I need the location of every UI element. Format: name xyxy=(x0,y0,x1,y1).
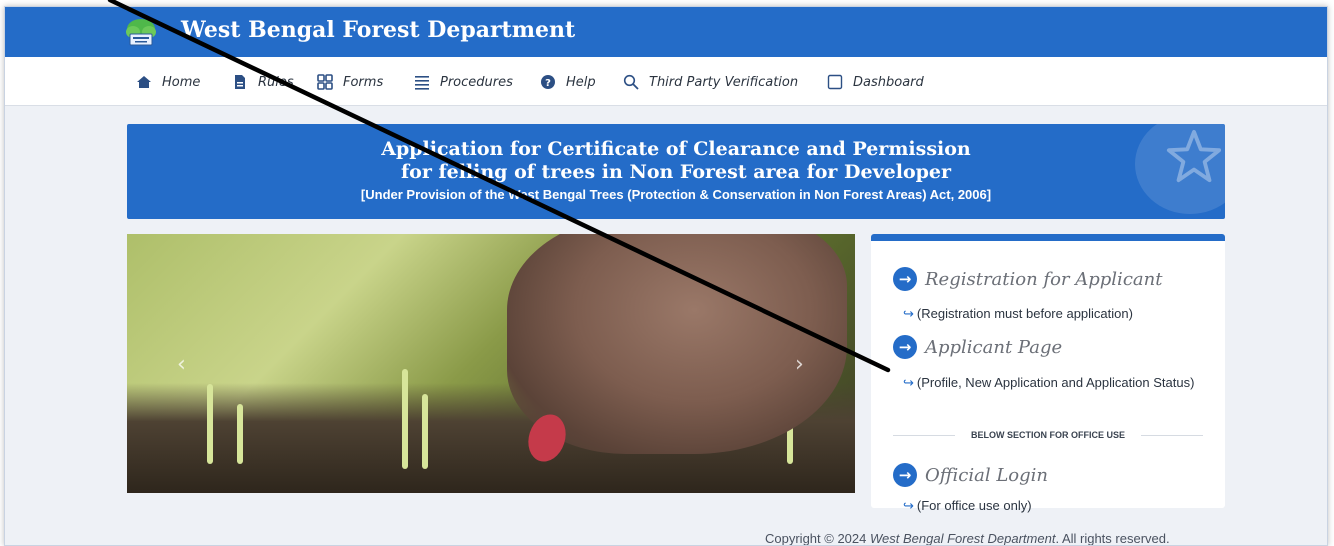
divider-line xyxy=(1141,434,1204,436)
copyright-org-link[interactable]: West Bengal Forest Department xyxy=(870,531,1055,545)
nav-third-party-verification-label: Third Party Verification xyxy=(649,74,799,90)
copyright-footer: Copyright © 2024 West Bengal Forest Depa… xyxy=(765,531,1170,546)
applicant-note: ↪ (Profile, New Application and Applicati… xyxy=(893,374,1213,391)
nav-third-party-verification[interactable]: Third Party Verification xyxy=(623,72,798,92)
carousel-next-button[interactable]: › xyxy=(795,352,804,377)
registration-link[interactable]: → Registration for Applicant xyxy=(893,267,1162,291)
banner-act-reference: [Under Provision of the West Bengal Tree… xyxy=(360,187,992,202)
login-panel: → Registration for Applicant ↪ (Registrat… xyxy=(871,234,1225,513)
forest-logo-icon[interactable] xyxy=(124,17,158,47)
banner-title-line2: for felling of trees in Non Forest area … xyxy=(400,161,952,183)
applicant-page-link[interactable]: → Applicant Page xyxy=(893,335,1062,359)
site-title[interactable]: West Bengal Forest Department xyxy=(181,17,575,43)
return-arrow-icon: ↪ xyxy=(903,498,914,513)
registration-title: Registration for Applicant xyxy=(925,268,1163,290)
return-arrow-icon: ↪ xyxy=(903,306,914,321)
official-note: ↪ (For office use only) xyxy=(893,497,1213,514)
official-login-title: Official Login xyxy=(925,464,1048,486)
browser-frame: West Bengal Forest Department Home Rules… xyxy=(4,6,1328,546)
svg-text:?: ? xyxy=(545,78,551,89)
banner-title-line1: Application for Certificate of Clearance… xyxy=(381,138,971,160)
nav-help[interactable]: ? Help xyxy=(540,72,596,92)
square-icon xyxy=(827,74,843,90)
home-icon xyxy=(137,76,151,88)
search-icon xyxy=(623,74,639,90)
grid-icon xyxy=(317,74,333,90)
application-banner: Application for Certificate of Clearance… xyxy=(127,124,1225,219)
nav-rules[interactable]: Rules xyxy=(232,72,294,92)
arrow-right-icon: → xyxy=(893,463,917,487)
nav-home-label: Home xyxy=(162,74,201,90)
copyright-suffix: . All rights reserved. xyxy=(1055,531,1170,546)
return-arrow-icon: ↪ xyxy=(903,375,914,390)
office-use-divider: BELOW SECTION FOR OFFICE USE xyxy=(893,428,1204,442)
list-icon xyxy=(415,76,429,90)
divider-line xyxy=(893,434,955,436)
help-icon: ? xyxy=(541,75,555,89)
nav-help-label: Help xyxy=(566,74,596,90)
applicant-page-title: Applicant Page xyxy=(925,336,1063,358)
sprout xyxy=(207,384,213,464)
sprout xyxy=(402,369,408,469)
nav-dashboard[interactable]: Dashboard xyxy=(827,72,924,92)
official-login-link[interactable]: → Official Login xyxy=(893,463,1048,487)
nav-rules-label: Rules xyxy=(258,74,294,90)
nav-dashboard-label: Dashboard xyxy=(853,74,924,90)
registration-note: ↪ (Registration must before application) xyxy=(893,305,1213,322)
sprout xyxy=(422,394,428,469)
nav-forms[interactable]: Forms xyxy=(317,72,383,92)
image-carousel[interactable]: ‹ › xyxy=(127,234,855,493)
document-icon xyxy=(235,75,245,89)
applicant-note-text: (Profile, New Application and Applicatio… xyxy=(916,375,1195,390)
registration-note-text: (Registration must before application) xyxy=(916,306,1133,321)
arrow-right-icon: → xyxy=(893,267,917,291)
arrow-right-icon: → xyxy=(893,335,917,359)
nav-forms-label: Forms xyxy=(343,74,384,90)
nav-procedures-label: Procedures xyxy=(440,74,513,90)
star-icon xyxy=(1166,129,1222,183)
nav-home[interactable]: Home xyxy=(136,72,200,92)
divider-text: BELOW SECTION FOR OFFICE USE xyxy=(971,430,1126,440)
carousel-prev-button[interactable]: ‹ xyxy=(177,352,186,377)
copyright-prefix: Copyright © 2024 xyxy=(765,531,870,546)
official-note-text: (For office use only) xyxy=(916,498,1032,513)
main-nav: Home Rules Forms Procedures ? Help Third… xyxy=(5,57,1327,106)
sprout xyxy=(237,404,243,464)
site-header: West Bengal Forest Department xyxy=(5,7,1327,57)
nav-procedures[interactable]: Procedures xyxy=(414,72,513,92)
